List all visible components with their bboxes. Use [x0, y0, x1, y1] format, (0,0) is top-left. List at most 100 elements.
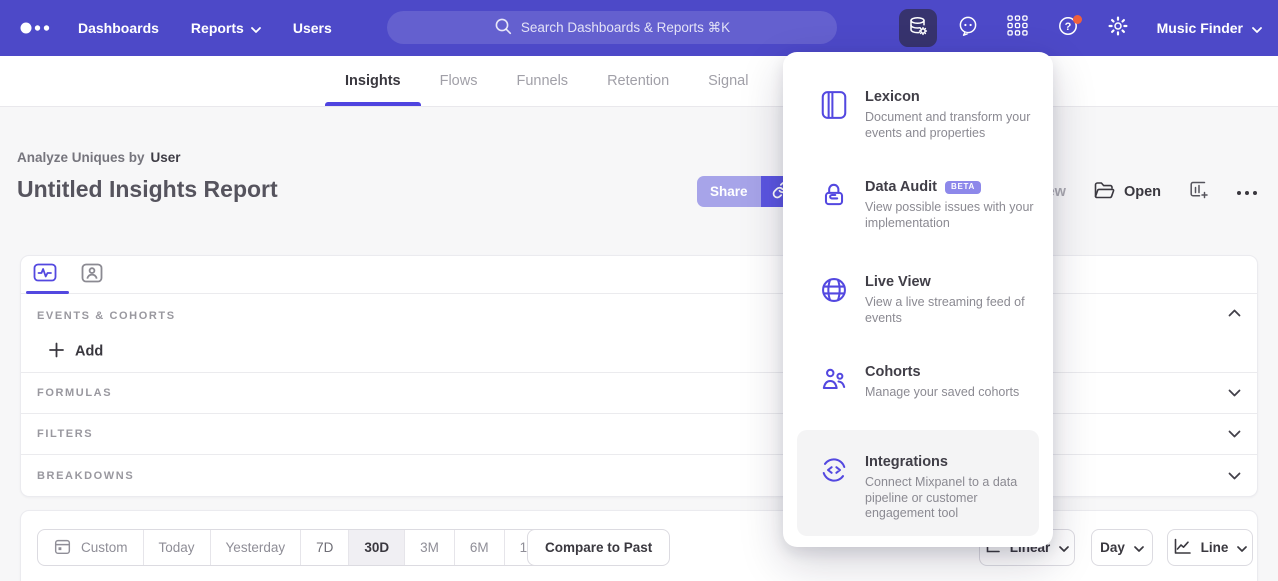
range-today[interactable]: Today [143, 530, 210, 565]
events-cohorts-label: EVENTS & COHORTS [37, 310, 176, 322]
range-today-label: Today [159, 540, 195, 555]
feedback-bubble-icon [957, 15, 979, 42]
nav-dashboards[interactable]: Dashboards [78, 20, 159, 36]
calendar-icon [53, 537, 72, 559]
menu-item-text: Integrations Connect Mixpanel to a data … [865, 453, 1041, 522]
settings-gear-icon [1107, 15, 1129, 42]
more-options-button[interactable] [1236, 183, 1258, 201]
topbar-actions: ? Music Finder [899, 0, 1262, 56]
globe-icon [820, 275, 848, 326]
range-3m[interactable]: 3M [404, 530, 454, 565]
menu-item-description: Document and transform your events and p… [865, 110, 1041, 141]
menu-item-description: View possible issues with your implement… [865, 200, 1041, 231]
page-title[interactable]: Untitled Insights Report [17, 176, 278, 203]
users-view-tab[interactable] [81, 263, 103, 288]
range-6m[interactable]: 6M [454, 530, 504, 565]
report-header-actions: New Open [1036, 176, 1258, 207]
workspace-name: Music Finder [1157, 20, 1243, 36]
range-3m-label: 3M [420, 540, 439, 555]
interval-dropdown[interactable]: Day [1091, 529, 1153, 566]
chart-toolbar-panel: Custom Today Yesterday 7D 30D 3M 6M 12M … [20, 510, 1258, 581]
range-yesterday[interactable]: Yesterday [210, 530, 301, 565]
chevron-down-icon [1237, 540, 1247, 555]
menu-item-title: Data Audit [865, 178, 937, 196]
apps-grid-icon [1007, 15, 1028, 41]
tab-funnels[interactable]: Funnels [516, 56, 568, 106]
tab-insights[interactable]: Insights [345, 56, 401, 106]
chevron-down-icon [1252, 20, 1262, 36]
formulas-label: FORMULAS [37, 387, 112, 399]
data-management-menu: Lexicon Document and transform your even… [783, 52, 1053, 547]
tab-signal-label: Signal [708, 73, 748, 89]
range-custom-label: Custom [81, 540, 128, 555]
filters-section[interactable]: FILTERS [21, 414, 1257, 455]
menu-item-text: Lexicon Document and transform your even… [865, 88, 1041, 141]
tab-retention[interactable]: Retention [607, 56, 669, 106]
workspace-switcher[interactable]: Music Finder [1157, 20, 1262, 36]
menu-item-lexicon[interactable]: Lexicon Document and transform your even… [820, 88, 1035, 141]
range-30d[interactable]: 30D [348, 530, 404, 565]
range-7d[interactable]: 7D [300, 530, 348, 565]
chevron-down-icon[interactable] [1228, 430, 1241, 438]
notification-dot [1073, 15, 1082, 24]
folder-icon [1093, 180, 1115, 204]
nav-users[interactable]: Users [293, 20, 332, 36]
chart-type-dropdown[interactable]: Line [1167, 529, 1253, 566]
menu-item-integrations[interactable]: Integrations Connect Mixpanel to a data … [820, 453, 1035, 522]
menu-item-description: Manage your saved cohorts [865, 385, 1041, 401]
tab-signal[interactable]: Signal [708, 56, 748, 106]
add-event-button[interactable]: Add [49, 342, 103, 361]
menu-item-title: Lexicon [865, 88, 920, 106]
tab-flows[interactable]: Flows [440, 56, 478, 106]
settings-button[interactable] [1099, 9, 1137, 47]
compare-label: Compare to Past [545, 540, 652, 555]
top-navigation-bar: Dashboards Reports Users Search Dashboar… [0, 0, 1278, 56]
breadcrumb-prefix: Analyze Uniques by [17, 150, 145, 165]
menu-item-title: Live View [865, 273, 931, 291]
report-type-tabbar: Insights Flows Funnels Retention Signal … [0, 56, 1278, 107]
nav-reports-label: Reports [191, 20, 244, 36]
data-management-button[interactable] [899, 9, 937, 47]
range-30d-label: 30D [364, 540, 389, 555]
menu-item-text: Data AuditBETA View possible issues with… [865, 178, 1041, 231]
tab-retention-label: Retention [607, 73, 669, 89]
events-cohorts-body: Add [21, 331, 1257, 373]
interval-label: Day [1100, 540, 1125, 555]
range-6m-label: 6M [470, 540, 489, 555]
menu-item-cohorts[interactable]: Cohorts Manage your saved cohorts [820, 363, 1035, 401]
chevron-up-icon[interactable] [1228, 309, 1241, 317]
integrations-sync-icon [820, 455, 848, 522]
chevron-down-icon[interactable] [1228, 389, 1241, 397]
nav-reports[interactable]: Reports [191, 20, 261, 36]
apps-button[interactable] [999, 9, 1037, 47]
search-input[interactable]: Search Dashboards & Reports ⌘K [387, 11, 837, 44]
range-custom[interactable]: Custom [38, 530, 143, 565]
query-builder-panel: EVENTS & COHORTS Add FORMULAS FILTERS BR… [20, 255, 1258, 497]
open-report-button[interactable]: Open [1093, 180, 1161, 204]
compare-to-past-button[interactable]: Compare to Past [527, 529, 670, 566]
database-gear-icon [907, 15, 929, 42]
feedback-button[interactable] [949, 9, 987, 47]
breadcrumb: Analyze Uniques by User [17, 150, 181, 165]
board-add-icon [1188, 179, 1209, 205]
menu-item-text: Live View View a live streaming feed of … [865, 273, 1041, 326]
add-to-dashboard-button[interactable] [1188, 179, 1209, 205]
help-button[interactable]: ? [1049, 9, 1087, 47]
active-tab-underline [325, 102, 421, 106]
menu-item-data-audit[interactable]: Data AuditBETA View possible issues with… [820, 178, 1035, 231]
date-range-segmented-control: Custom Today Yesterday 7D 30D 3M 6M 12M [37, 529, 562, 566]
mixpanel-logo-icon[interactable] [20, 22, 52, 34]
menu-item-description: Connect Mixpanel to a data pipeline or c… [865, 475, 1041, 522]
formulas-section[interactable]: FORMULAS [21, 373, 1257, 414]
events-view-tab[interactable] [33, 263, 57, 288]
breakdowns-section[interactable]: BREAKDOWNS [21, 455, 1257, 496]
lexicon-book-icon [820, 90, 848, 141]
chevron-down-icon[interactable] [1228, 472, 1241, 480]
nav-users-label: Users [293, 20, 332, 36]
breadcrumb-entity[interactable]: User [151, 150, 181, 165]
share-button[interactable]: Share [697, 176, 761, 207]
events-cohorts-section-header[interactable]: EVENTS & COHORTS [21, 294, 1257, 331]
chevron-down-icon [251, 20, 261, 36]
range-7d-label: 7D [316, 540, 333, 555]
menu-item-live-view[interactable]: Live View View a live streaming feed of … [820, 273, 1035, 326]
